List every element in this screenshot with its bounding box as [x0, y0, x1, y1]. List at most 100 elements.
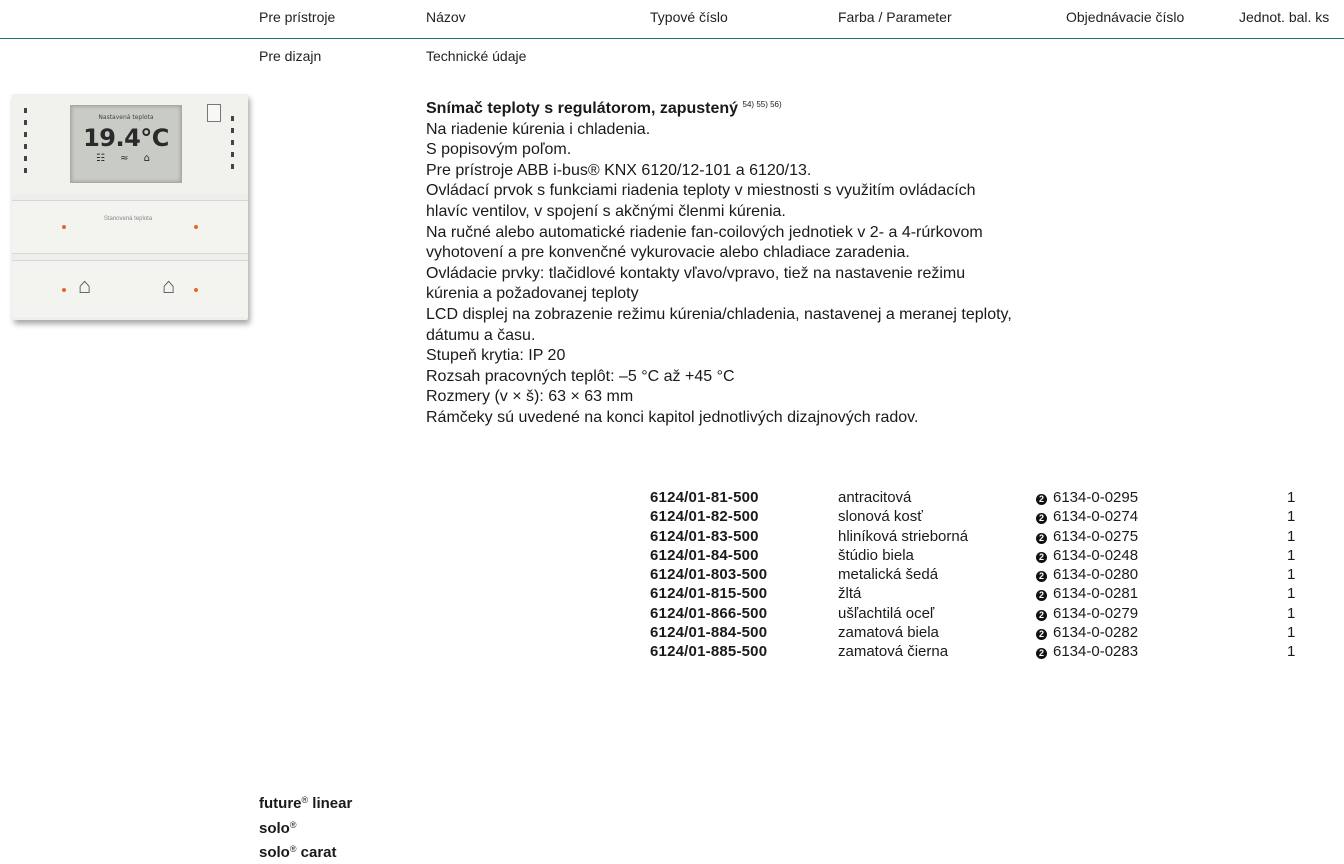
description-line: Ovládacie prvky: tlačidlové kontakty vľa…: [426, 264, 966, 282]
rocker-label: Stanovená teplota: [103, 216, 153, 222]
marker-2-icon: 2: [1036, 590, 1047, 602]
color-parameter: slonová kosť: [838, 508, 923, 526]
marker-2-icon: 2: [1036, 648, 1047, 660]
order-number-cell: 2 6134-0-0275: [1036, 528, 1138, 545]
marker-2-icon: 2: [1036, 629, 1047, 641]
order-number: 6134-0-0280: [1053, 566, 1139, 584]
order-number: 6134-0-0275: [1053, 527, 1139, 545]
description-lines: Na riadenie kúrenia i chladenia. S popiso…: [426, 120, 1186, 429]
type-number: 6124/01-81-500: [650, 489, 759, 506]
marker-2-icon: 2: [1036, 571, 1047, 583]
lcd-display: Nastavená teplota 19.4°C ☷ ≈ ⌂: [70, 105, 182, 183]
color-parameter: ušľachtilá oceľ: [838, 604, 935, 622]
unit-pack: 1: [1287, 643, 1296, 661]
marker-2-icon: 2: [1036, 513, 1047, 525]
description-line: Na riadenie kúrenia i chladenia.: [426, 120, 651, 138]
order-number: 6134-0-0248: [1053, 546, 1139, 564]
table-row: 6124/01-82-500 slonová kosť 2 6134-0-0274 1: [0, 508, 1344, 527]
footnote-refs: 54) 55) 56): [742, 100, 782, 109]
table-row: 6124/01-815-500 žltá 2 6134-0-0281 1: [0, 585, 1344, 604]
description-line: LCD displej na zobrazenie režimu kúrenia…: [426, 305, 1012, 323]
order-number: 6134-0-0295: [1053, 489, 1139, 506]
design-series-item: solo®: [259, 819, 297, 837]
unit-pack: 1: [1287, 527, 1296, 545]
header-rule: [0, 38, 1344, 39]
description-line: vyhotovení a pre konvenčné vykurovacie a…: [426, 244, 910, 262]
table-row: 6124/01-83-500 hliníková strieborná 2 6134-…: [0, 528, 1344, 547]
marker-2-icon: 2: [1036, 609, 1047, 621]
table-row: 6124/01-885-500 zamatová čierna 2 6134-0-02…: [0, 643, 1344, 662]
type-number: 6124/01-815-500: [650, 585, 768, 603]
type-number: 6124/01-866-500: [650, 604, 768, 622]
marker-2-icon: 2: [1036, 532, 1047, 544]
order-number: 6134-0-0282: [1053, 624, 1139, 642]
marker-2-icon: 2: [1036, 551, 1047, 563]
order-number: 6134-0-0274: [1053, 508, 1139, 526]
order-number-cell: 2 6134-0-0295: [1036, 489, 1138, 506]
order-number: 6134-0-0281: [1053, 585, 1139, 603]
color-parameter: metalická šedá: [838, 566, 939, 584]
description-line: Rámčeky sú uvedené na konci kapitol jedn…: [426, 408, 919, 426]
led-dot-icon: [194, 225, 198, 229]
description-line: Ovládací prvok s funkciami riadenia tepl…: [426, 182, 976, 200]
subheader-design: Pre dizajn: [259, 48, 322, 64]
table-row: 6124/01-84-500 štúdio biela 2 6134-0-0248 1: [0, 547, 1344, 566]
description-line: Pre prístroje ABB i-bus® KNX 6120/12-101…: [426, 161, 812, 179]
device-display-panel: Nastavená teplota 19.4°C ☷ ≈ ⌂: [12, 94, 248, 194]
header-color-parameter: Farba / Parameter: [838, 9, 952, 25]
comfort-mode-icon: ⌂: [78, 273, 92, 298]
unit-pack: 1: [1287, 604, 1296, 622]
type-number: 6124/01-83-500: [650, 527, 759, 545]
type-number: 6124/01-884-500: [650, 624, 768, 642]
unit-pack: 1: [1287, 489, 1296, 506]
order-number: 6134-0-0279: [1053, 604, 1139, 622]
led-dot-icon: [62, 288, 66, 292]
lcd-heading: Nastavená teplota: [98, 114, 154, 121]
variant-table: 6124/01-81-500 antracitová 2 6134-0-0295 1 61…: [0, 489, 1344, 663]
header-type-number: Typové číslo: [650, 9, 728, 25]
design-series-item: solo® carat: [259, 844, 337, 861]
order-number-cell: 2 6134-0-0283: [1036, 643, 1138, 660]
description-line: dátumu a času.: [426, 326, 536, 344]
color-parameter: zamatová čierna: [838, 643, 949, 661]
table-row: 6124/01-803-500 metalická šedá 2 6134-0-028…: [0, 566, 1344, 585]
device-rocker-middle: Stanovená teplota: [12, 200, 248, 254]
table-row: 6124/01-884-500 zamatová biela 2 6134-0-028…: [0, 624, 1344, 643]
marker-2-icon: 2: [1036, 494, 1047, 505]
description-line: S popisovým poľom.: [426, 141, 572, 159]
led-dot-icon: [62, 225, 66, 229]
description-line: hlavíc ventilov, v spojení s akčnými čle…: [426, 202, 786, 220]
header-order-number: Objednávacie číslo: [1066, 9, 1185, 25]
product-image: Nastavená teplota 19.4°C ☷ ≈ ⌂ Stanovená…: [12, 94, 248, 320]
unit-pack: 1: [1287, 508, 1296, 526]
unit-pack: 1: [1287, 546, 1296, 564]
color-parameter: štúdio biela: [838, 546, 914, 564]
led-dot-icon: [194, 288, 198, 292]
header-devices: Pre prístroje: [259, 9, 336, 25]
unit-pack: 1: [1287, 566, 1296, 584]
design-series-list: future® linear solo® solo® carat: [259, 790, 352, 864]
order-number-cell: 2 6134-0-0274: [1036, 508, 1138, 525]
description-line: Stupeň krytia: IP 20: [426, 347, 566, 365]
order-number: 6134-0-0283: [1053, 643, 1139, 661]
header-unit-pack: Jednot. bal. ks: [1239, 9, 1330, 25]
header-name: Názov: [426, 9, 466, 25]
product-title: Snímač teploty s regulátorom, zapustený …: [426, 100, 782, 117]
unit-pack: 1: [1287, 585, 1296, 603]
type-number: 6124/01-84-500: [650, 546, 759, 564]
led-column-left: [24, 108, 27, 180]
lcd-status-icons: ☷ ≈ ⌂: [95, 153, 157, 164]
lcd-temperature: 19.4°C: [83, 124, 169, 152]
order-number-cell: 2 6134-0-0280: [1036, 566, 1138, 583]
color-parameter: žltá: [838, 585, 862, 603]
order-number-cell: 2 6134-0-0248: [1036, 547, 1138, 564]
label-field-icon: [207, 104, 221, 122]
unit-pack: 1: [1287, 624, 1296, 642]
type-number: 6124/01-885-500: [650, 643, 768, 661]
description-line: kúrenia a požadovanej teploty: [426, 285, 639, 303]
order-number-cell: 2 6134-0-0279: [1036, 605, 1138, 622]
description-line: Rozmery (v × š): 63 × 63 mm: [426, 388, 634, 406]
color-parameter: hliníková strieborná: [838, 527, 969, 545]
eco-mode-icon: ⌂: [162, 273, 176, 298]
color-parameter: antracitová: [838, 489, 912, 506]
